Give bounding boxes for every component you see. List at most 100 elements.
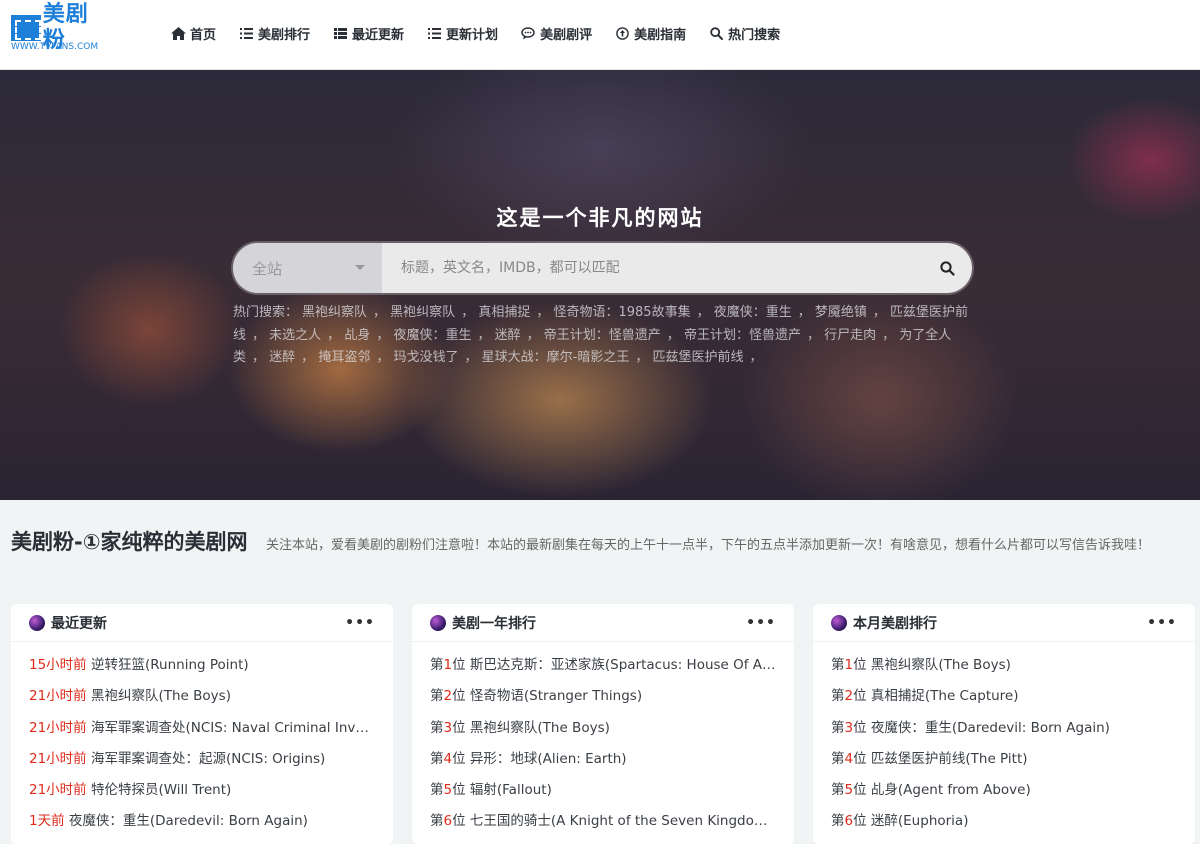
list-item[interactable]: 21小时前 特伦特探员(Will Trent): [29, 775, 375, 806]
rank-prefix: 第: [430, 750, 444, 767]
rank-prefix: 第: [831, 813, 845, 830]
about-description: 关注本站，爱看美剧的剧粉们注意啦！本站的最新剧集在每天的上午十一点半，下午的五点…: [266, 538, 1151, 553]
rank-suffix: 位: [853, 657, 867, 673]
nav-item-home[interactable]: 首页: [170, 24, 216, 43]
series-title: 黑袍纠察队(The Boys): [90, 688, 231, 705]
list-item[interactable]: 第2位 真相捕捉(The Capture): [831, 681, 1177, 712]
rank-prefix: 第: [831, 719, 845, 736]
rank-number: 2: [443, 688, 453, 705]
nav-item-hot-search[interactable]: 热门搜索: [708, 24, 780, 43]
card-title: 美剧一年排行: [452, 615, 536, 632]
rank-suffix: 位: [452, 657, 466, 673]
list-item[interactable]: 第1位 黑袍纠察队(The Boys): [831, 650, 1177, 681]
about-section: 美剧粉-①家纯粹的美剧网 关注本站，爱看美剧的剧粉们注意啦！本站的最新剧集在每天…: [0, 500, 1200, 605]
hot-search-keyword[interactable]: 星球大战：摩尔-暗影之王: [482, 350, 630, 365]
list-item[interactable]: 第6位 迷醉(Euphoria): [831, 806, 1177, 837]
search-bar: 全站: [233, 243, 972, 293]
hot-search-keyword[interactable]: 掩耳盗邻: [318, 350, 370, 365]
list-item[interactable]: 21小时前 海军罪案调查处：起源(NCIS: Origins): [29, 744, 375, 775]
search-button[interactable]: [922, 243, 972, 293]
rank-prefix: 第: [430, 813, 444, 830]
hot-search-keyword[interactable]: 行尸走肉: [824, 328, 876, 343]
hot-search-keyword[interactable]: 黑袍纠察队: [302, 305, 367, 320]
list-item[interactable]: 第5位 辐射(Fallout): [430, 775, 776, 806]
series-title: 海军罪案调查处(NCIS: Naval Criminal Investigati…: [90, 719, 375, 736]
rank-number: 6: [443, 813, 453, 830]
nav-label: 美剧排行: [258, 27, 311, 43]
nav-item-latest[interactable]: 最近更新: [332, 24, 404, 43]
search-scope-select[interactable]: 全站: [233, 243, 382, 293]
card-yearly-ranking: 美剧一年排行 ••• 第1位 斯巴达克斯：亚述家族(Spartacus: Hou…: [412, 604, 794, 844]
rank-number: 4: [443, 750, 453, 767]
about-title: 美剧粉-①家纯粹的美剧网: [11, 530, 248, 554]
hot-search-keyword[interactable]: 真相捕捉: [478, 305, 530, 320]
update-time: 1天前: [29, 813, 65, 830]
card-monthly-ranking: 本月美剧排行 ••• 第1位 黑袍纠察队(The Boys) 第2位 真相捕捉(T…: [813, 604, 1195, 844]
hot-search-keyword[interactable]: 帝王计划：怪兽遗产: [544, 328, 661, 343]
hot-search-keyword[interactable]: 帝王计划：怪兽遗产: [684, 328, 801, 343]
main-nav: 首页 美剧排行 最近更新 更新计划 美剧剧评 美剧指南 热门搜索: [170, 0, 802, 66]
update-time: 21小时前: [29, 688, 87, 705]
list-item[interactable]: 第1位 斯巴达克斯：亚述家族(Spartacus: House Of Ashur…: [430, 650, 776, 681]
logo-main: 美剧粉: [11, 2, 111, 53]
site-logo[interactable]: 美剧粉 WWW.TVFANS.COM: [11, 2, 111, 53]
series-title: 夜魔侠：重生(Daredevil: Born Again): [68, 813, 308, 830]
rank-prefix: 第: [831, 688, 845, 705]
hot-search-keyword[interactable]: 匹兹堡医护前线: [652, 350, 743, 365]
update-time: 21小时前: [29, 782, 87, 799]
rank-number: 2: [844, 688, 854, 705]
more-icon[interactable]: •••: [1147, 616, 1177, 630]
list-item[interactable]: 第3位 夜魔侠：重生(Daredevil: Born Again): [831, 713, 1177, 744]
series-title: 黑袍纠察队(The Boys): [469, 719, 610, 736]
series-title: 真相捕捉(The Capture): [870, 688, 1019, 705]
list-item[interactable]: 21小时前 海军罪案调查处(NCIS: Naval Criminal Inves…: [29, 713, 375, 744]
rank-number: 5: [443, 782, 453, 799]
list-item[interactable]: 1天前 夜魔侠：重生(Daredevil: Born Again): [29, 806, 375, 837]
hot-search-keyword[interactable]: 迷醉: [495, 328, 521, 343]
nav-label: 热门搜索: [728, 27, 781, 43]
hero-banner: 这是一个非凡的网站 全站 热门搜索：黑袍纠察队， 黑袍纠察队， 真相捕捉， 怪奇…: [0, 70, 1200, 500]
list-item[interactable]: 15小时前 逆转狂篮(Running Point): [29, 650, 375, 681]
rank-number: 5: [844, 782, 854, 799]
nav-item-ranking[interactable]: 美剧排行: [238, 24, 310, 43]
series-title: 特伦特探员(Will Trent): [90, 782, 232, 799]
series-title: 斯巴达克斯：亚述家族(Spartacus: House Of Ashur): [469, 657, 776, 673]
more-icon[interactable]: •••: [746, 616, 776, 630]
hot-search-keyword[interactable]: 迷醉: [269, 350, 295, 365]
nav-item-reviews[interactable]: 美剧剧评: [520, 24, 592, 43]
rank-suffix: 位: [853, 782, 867, 799]
card-header: 美剧一年排行 •••: [412, 604, 794, 642]
hot-search-keyword[interactable]: 玛戈没钱了: [393, 350, 458, 365]
nav-item-guide[interactable]: 美剧指南: [614, 24, 686, 43]
series-title: 辐射(Fallout): [469, 782, 552, 799]
update-time: 15小时前: [29, 657, 87, 673]
list-item[interactable]: 第6位 七王国的骑士(A Knight of the Seven Kingdom…: [430, 806, 776, 837]
card-latest-updates: 最近更新 ••• 15小时前 逆转狂篮(Running Point) 21小时前 …: [11, 604, 393, 844]
hot-search-keyword[interactable]: 夜魔侠：重生: [393, 328, 471, 343]
rank-prefix: 第: [831, 782, 845, 799]
hot-search-keyword[interactable]: 怪奇物语：1985故事集: [553, 305, 690, 320]
list-item[interactable]: 第4位 匹兹堡医护前线(The Pitt): [831, 744, 1177, 775]
hot-search-keyword[interactable]: 夜魔侠：重生: [714, 305, 792, 320]
tv-series-icon: [430, 614, 446, 631]
series-title: 迷醉(Euphoria): [870, 813, 969, 830]
list-icon: [238, 26, 254, 40]
card-header: 最近更新 •••: [11, 604, 393, 642]
list-item[interactable]: 第2位 怪奇物语(Stranger Things): [430, 681, 776, 712]
hot-search-keyword[interactable]: 黑袍纠察队: [390, 305, 455, 320]
nav-label: 美剧剧评: [540, 27, 593, 43]
list-item[interactable]: 第5位 乩身(Agent from Above): [831, 775, 1177, 806]
hot-search-keyword[interactable]: 乩身: [344, 328, 370, 343]
hot-search-keyword[interactable]: 梦魇绝镇: [815, 305, 867, 320]
rank-prefix: 第: [430, 688, 444, 705]
hot-search-label: 热门搜索：: [233, 305, 299, 320]
list-item[interactable]: 第4位 异形：地球(Alien: Earth): [430, 744, 776, 775]
rank-prefix: 第: [831, 750, 845, 767]
nav-item-schedule[interactable]: 更新计划: [426, 24, 498, 43]
card-list: 第1位 黑袍纠察队(The Boys) 第2位 真相捕捉(The Capture)…: [813, 642, 1195, 838]
more-icon[interactable]: •••: [345, 616, 375, 630]
hot-search-keyword[interactable]: 未选之人: [269, 328, 321, 343]
list-item[interactable]: 21小时前 黑袍纠察队(The Boys): [29, 681, 375, 712]
list-item[interactable]: 第3位 黑袍纠察队(The Boys): [430, 713, 776, 744]
search-input[interactable]: [382, 243, 922, 293]
